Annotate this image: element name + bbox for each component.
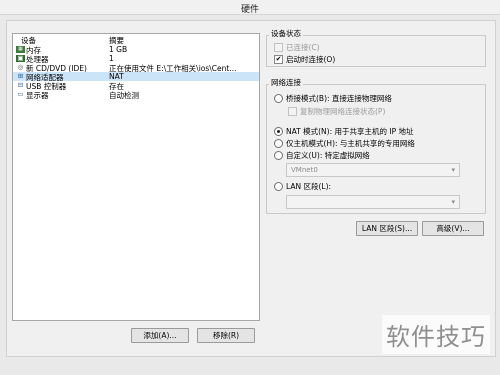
chevron-down-icon: ▾ [451, 198, 455, 206]
bridged-label: 桥接模式(B): 直接连接物理网络 [286, 94, 392, 103]
hardware-window: 硬件 设备 摘要 ▦ 内存 1 GB ▣ 处理器 1 ◎ 新 CD/DVD (I… [0, 0, 500, 375]
device-row-display[interactable]: ▭ 显示器 自动检测 [13, 90, 259, 101]
lan-segments-button[interactable]: LAN 区段(S)... [356, 221, 418, 236]
connected-label: 已连接(C) [286, 43, 320, 52]
lan-segment-select[interactable]: ▾ [286, 195, 460, 209]
device-summary: 自动检测 [109, 91, 139, 100]
device-summary: 1 [109, 54, 114, 63]
device-list-header: 设备 摘要 [13, 34, 259, 45]
replicate-state-checkbox[interactable] [288, 107, 297, 116]
host-only-label: 仅主机模式(H): 与主机共享的专用网络 [286, 139, 415, 148]
device-list: 设备 摘要 ▦ 内存 1 GB ▣ 处理器 1 ◎ 新 CD/DVD (IDE)… [12, 33, 260, 321]
network-connection-label: 网络连接 [269, 77, 303, 88]
bridged-radio[interactable] [274, 94, 283, 103]
host-only-radio[interactable] [274, 139, 283, 148]
device-row-processor[interactable]: ▣ 处理器 1 [13, 54, 259, 64]
device-row-memory[interactable]: ▦ 内存 1 GB [13, 45, 259, 55]
custom-label: 自定义(U): 特定虚拟网络 [286, 151, 370, 160]
nat-label: NAT 模式(N): 用于共享主机的 IP 地址 [286, 127, 414, 136]
usb-icon: ⊟ [17, 81, 24, 89]
lan-segment-label: LAN 区段(L): [286, 182, 332, 191]
connect-at-power-on-label: 启动时连接(O) [286, 55, 336, 64]
network-adapter-icon: ⊞ [17, 72, 24, 80]
title-bar[interactable]: 硬件 [0, 0, 500, 15]
chevron-down-icon: ▾ [451, 166, 455, 174]
custom-radio[interactable] [274, 151, 283, 160]
vmnet-select[interactable]: VMnet0 ▾ [286, 163, 460, 177]
vmnet-value: VMnet0 [291, 166, 318, 174]
remove-button[interactable]: 移除(R) [197, 328, 255, 343]
lan-segment-radio[interactable] [274, 182, 283, 191]
add-button[interactable]: 添加(A)... [131, 328, 189, 343]
connected-checkbox[interactable] [274, 43, 283, 52]
device-summary: 1 GB [109, 45, 128, 54]
device-row-network-adapter[interactable]: ⊞ 网络适配器 NAT [13, 72, 259, 82]
watermark: 软件技巧 [382, 315, 490, 354]
device-row-usb[interactable]: ⊟ USB 控制器 存在 [13, 81, 259, 92]
cd-dvd-icon: ◎ [17, 63, 24, 71]
device-summary: NAT [109, 72, 124, 81]
device-name: 显示器 [26, 91, 49, 100]
advanced-button[interactable]: 高级(V)... [422, 221, 484, 236]
window-title: 硬件 [240, 5, 259, 15]
lan-segment-value [287, 198, 291, 206]
nat-radio[interactable] [274, 127, 283, 136]
replicate-state-label: 复制物理网络连接状态(P) [300, 107, 386, 116]
processor-icon: ▣ [16, 54, 25, 62]
display-icon: ▭ [17, 90, 24, 98]
connect-at-power-on-checkbox[interactable]: ✔ [274, 55, 283, 64]
device-status-label: 设备状态 [269, 28, 303, 39]
device-row-cd-dvd[interactable]: ◎ 新 CD/DVD (IDE) 正在使用文件 E:\工作相关\ios\Cent… [13, 63, 259, 74]
memory-icon: ▦ [16, 46, 25, 53]
